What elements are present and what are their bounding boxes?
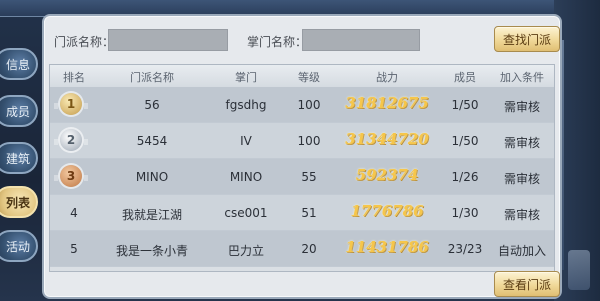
member-count: 1/26 [451,170,479,184]
header-sect-name: 门派名称 [130,71,174,84]
header-join-condition: 加入条件 [500,71,544,84]
join-condition: 需审核 [503,136,540,150]
table-row[interactable]: 2 5454 IV 100 31344720 1/50 需审核 [50,123,554,159]
header-level: 等级 [298,71,320,84]
table-row[interactable]: 4 我就是江湖 cse001 51 1776786 1/30 需审核 [50,195,554,231]
leader-name: cse001 [224,206,268,220]
sect-name: MINO [135,170,169,184]
leader-name: 巴力立 [227,244,264,258]
gold-medal-icon: 1 [54,93,88,115]
sect-level: 20 [301,242,317,256]
sect-power: 592374 [355,166,419,184]
tab-list[interactable]: 列表 [0,186,38,218]
table-row[interactable]: 5 我是一条小青 巴力立 20 11431786 23/23 自动加入 [50,231,554,267]
table-row[interactable]: 3 MINO MINO 55 592374 1/26 需审核 [50,159,554,195]
member-count: 1/30 [451,206,479,220]
header-leader: 掌门 [235,71,257,84]
sect-level: 100 [297,134,321,148]
tab-activities[interactable]: 活动 [0,230,38,262]
member-count: 1/50 [451,134,479,148]
sect-name: 56 [144,98,160,112]
header-rank: 排名 [63,71,85,84]
silver-medal-icon: 2 [54,129,88,151]
view-sect-button[interactable]: 查看门派 [494,271,560,297]
tab-info[interactable]: 信息 [0,48,38,80]
leader-name-label: 掌门名称： [247,35,308,49]
leader-name: MINO [229,170,263,184]
sect-power: 31812675 [345,94,429,112]
leader-name: IV [240,134,252,148]
tab-members[interactable]: 成员 [0,95,38,127]
sect-level: 51 [301,206,317,220]
leader-name-input[interactable] [302,29,420,51]
sect-name: 5454 [136,134,168,148]
sect-name-input[interactable] [108,29,228,51]
join-condition: 自动加入 [497,244,546,258]
rank-number: 5 [70,242,78,256]
rank-number: 4 [70,206,78,220]
sect-power: 1776786 [350,202,424,220]
join-condition: 需审核 [503,208,540,222]
sect-name: 我是一条小青 [115,244,188,258]
sect-name-label: 门派名称： [54,35,115,49]
sect-list-panel: 门派名称： 掌门名称： 查找门派 排名 门派名称 掌门 等级 战力 成员 加入条… [42,14,562,299]
sect-power: 11431786 [345,238,429,256]
member-count: 23/23 [447,242,483,256]
tab-buildings[interactable]: 建筑 [0,142,38,174]
table-row[interactable]: 1 56 fgsdhg 100 31812675 1/50 需审核 [50,87,554,123]
join-condition: 需审核 [503,172,540,186]
member-count: 1/50 [451,98,479,112]
sect-level: 100 [297,98,321,112]
header-power: 战力 [376,71,398,84]
find-sect-button[interactable]: 查找门派 [494,26,560,52]
sect-power: 31344720 [345,130,429,148]
table-header: 排名 门派名称 掌门 等级 战力 成员 加入条件 [50,65,554,88]
search-row: 门派名称： 掌门名称： 查找门派 [44,16,560,62]
join-condition: 需审核 [503,100,540,114]
sect-table: 排名 门派名称 掌门 等级 战力 成员 加入条件 1 56 fgsdhg 100… [49,64,555,272]
sect-name: 我就是江湖 [121,208,182,222]
header-members: 成员 [454,71,476,84]
bronze-medal-icon: 3 [54,165,88,187]
leader-name: fgsdhg [225,98,267,112]
sect-level: 55 [301,170,317,184]
